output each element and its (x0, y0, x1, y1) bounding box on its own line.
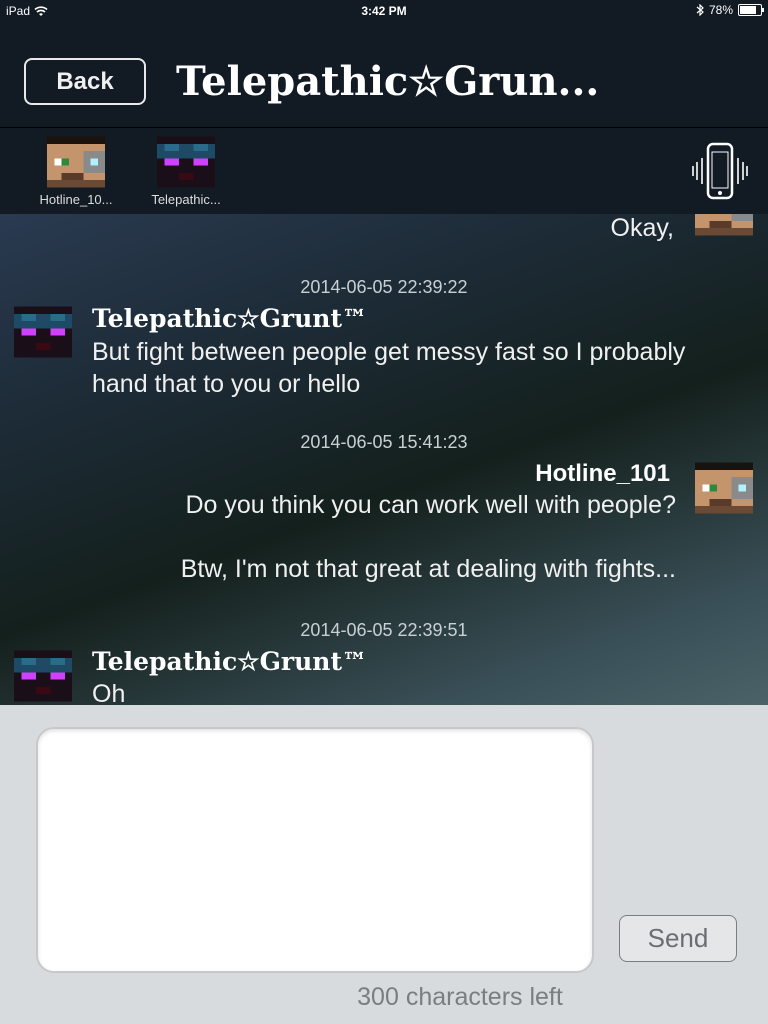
message-sender: Telepathic☆Grunt™ (92, 647, 367, 676)
message-timestamp: 2014-06-05 22:39:51 (300, 620, 468, 640)
avatar-telepathic (14, 306, 72, 358)
member-telepathic[interactable]: Telepathic... (136, 136, 236, 207)
member-hotline[interactable]: Hotline_10... (26, 136, 126, 207)
chat-title: Telepathic☆Grun... (176, 58, 600, 105)
navigation-bar: Back Telepathic☆Grun... (0, 22, 768, 128)
message-timestamp: 2014-06-05 22:39:22 (300, 277, 468, 297)
send-button[interactable]: Send (619, 915, 737, 962)
member-label-telepathic: Telepathic... (151, 192, 221, 207)
status-time: 3:42 PM (361, 4, 407, 18)
battery-percent: 78% (708, 3, 733, 17)
avatar-telepathic (14, 650, 72, 702)
message-text: But fight between people get messy fast … (92, 338, 686, 398)
message-text: Do you think you can work well with peop… (180, 491, 676, 583)
character-counter: 300 characters left (357, 983, 563, 1011)
back-button[interactable]: Back (24, 58, 146, 105)
status-bar: iPad 3:42 PM 78% (0, 0, 768, 22)
phone-vibrate-icon[interactable] (692, 142, 748, 200)
avatar-hotline (47, 136, 105, 188)
message-input[interactable] (36, 727, 594, 973)
avatar-hotline (695, 214, 753, 236)
composer: Send 300 characters left (0, 705, 768, 1024)
message-text: Okay, (610, 214, 674, 242)
chat-area[interactable]: Okay, 2014-06-05 22:39:22 Telepathic☆Gru… (0, 214, 768, 705)
avatar-telepathic (157, 136, 215, 188)
battery-icon (738, 4, 764, 16)
message-sender: Hotline_101 (535, 460, 670, 487)
member-strip: Hotline_10... Telepathic... (0, 128, 768, 215)
message-sender: Telepathic☆Grunt™ (92, 304, 367, 333)
avatar-hotline (695, 462, 753, 514)
member-label-hotline: Hotline_10... (39, 192, 113, 207)
message-timestamp: 2014-06-05 15:41:23 (300, 432, 468, 452)
bluetooth-icon (696, 4, 704, 16)
status-right: 78% (696, 3, 764, 17)
message-text: Oh (92, 680, 126, 705)
